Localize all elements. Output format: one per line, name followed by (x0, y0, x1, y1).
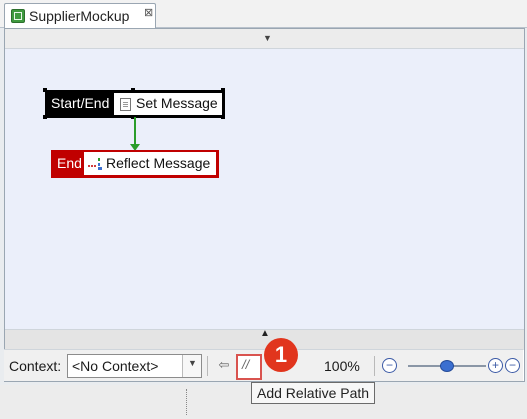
add-relative-path-button[interactable]: // (236, 354, 262, 380)
chevron-down-icon[interactable]: ▼ (263, 33, 272, 43)
end-node-name: Reflect Message (106, 155, 211, 171)
chevron-up-icon[interactable]: ▲ (260, 328, 270, 339)
toolbar-divider (374, 356, 375, 376)
context-label: Context: (9, 358, 62, 374)
zoom-out-icon[interactable]: − (382, 358, 397, 373)
document-icon (120, 98, 131, 111)
zoom-in-icon[interactable]: + (488, 358, 503, 373)
reflect-icon (88, 158, 102, 170)
toolbar-divider (207, 356, 208, 376)
tab-title: SupplierMockup (29, 8, 130, 24)
end-node[interactable]: End Reflect Message (51, 150, 219, 178)
selection-handle[interactable] (43, 88, 47, 92)
start-node-body[interactable]: Set Message (114, 93, 222, 115)
editor-icon (11, 9, 25, 23)
editor-tab-strip: SupplierMockup ⊠ (0, 0, 527, 28)
context-dropdown[interactable]: <No Context> ▼ (67, 354, 202, 378)
selection-handle[interactable] (221, 88, 225, 92)
selection-handle[interactable] (43, 115, 47, 119)
flow-connector[interactable] (134, 117, 136, 145)
context-value: <No Context> (72, 358, 159, 374)
selection-handle[interactable] (131, 88, 135, 92)
start-node-name: Set Message (136, 95, 218, 111)
end-node-body[interactable]: Reflect Message (84, 152, 216, 175)
step-badge: 1 (264, 338, 298, 372)
relative-path-icon: // (242, 357, 250, 372)
panel-splitter[interactable]: ▲ (5, 328, 524, 350)
zoom-level: 100% (324, 358, 360, 374)
zoom-slider-knob[interactable] (440, 360, 454, 372)
start-node[interactable]: Start/End Set Message (45, 90, 225, 118)
tooltip: Add Relative Path (251, 382, 376, 404)
dropdown-arrow[interactable]: ▼ (182, 355, 201, 377)
close-icon[interactable]: ⊠ (144, 6, 153, 19)
flow-canvas[interactable]: Start/End Set Message End Reflect Messag… (5, 49, 524, 329)
flow-editor: ▼ Start/End Set Message End Reflect Mess… (4, 28, 525, 382)
chevron-down-icon: ▼ (188, 358, 197, 368)
start-node-type-label: Start/End (51, 95, 110, 111)
editor-header: ▼ (5, 29, 524, 49)
back-icon[interactable]: ⇦ (215, 356, 233, 374)
end-node-type-label: End (57, 155, 82, 171)
selection-handle[interactable] (221, 115, 225, 119)
status-divider (186, 389, 188, 415)
tab-supplier-mockup[interactable]: SupplierMockup ⊠ (4, 3, 156, 28)
zoom-reset-icon[interactable]: − (505, 358, 520, 373)
